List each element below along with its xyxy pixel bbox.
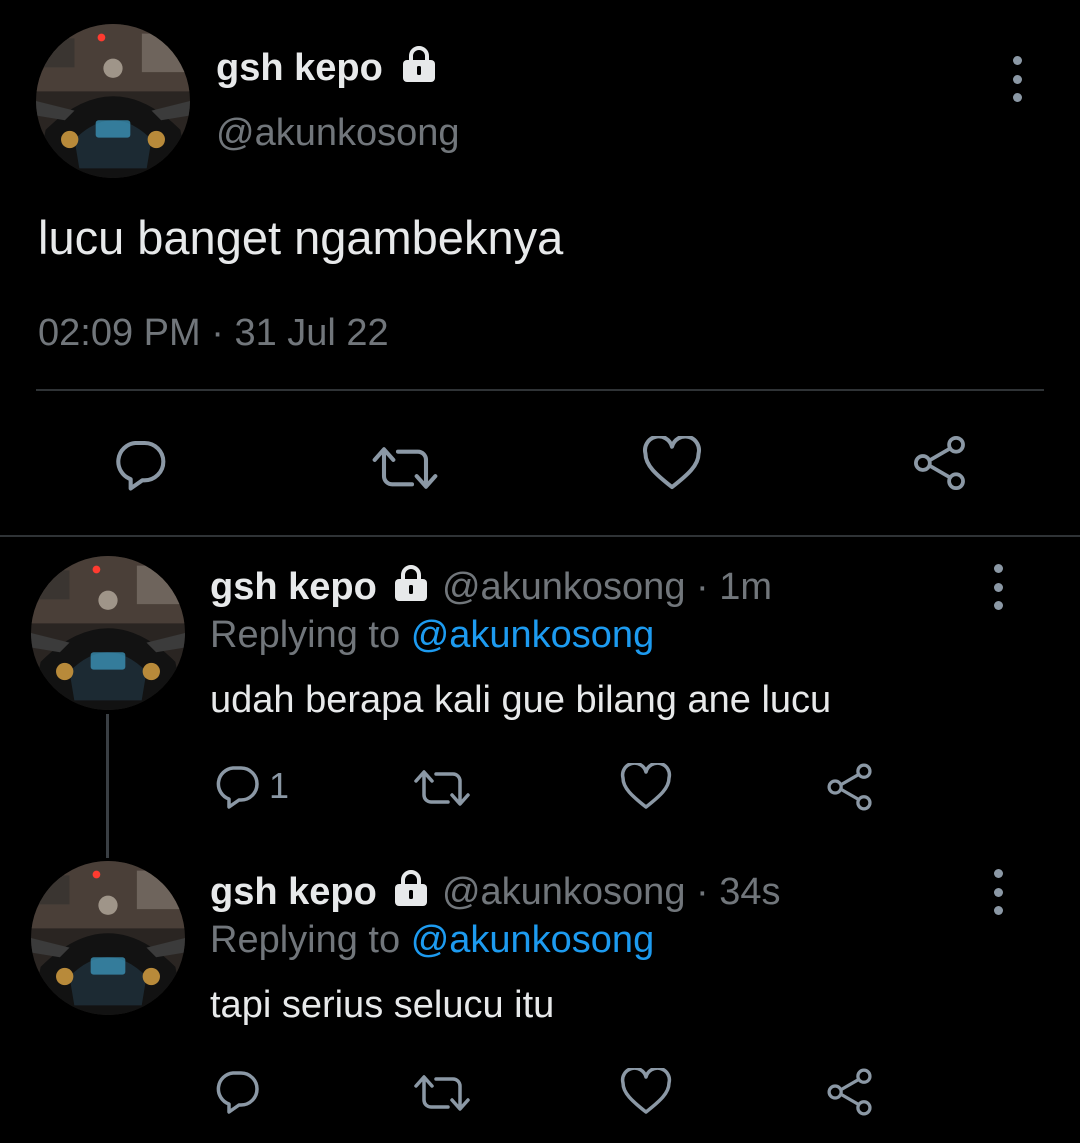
reply-button[interactable]: 1 [213,762,289,810]
avatar[interactable] [36,24,190,178]
timestamp-separator: · [211,312,224,354]
handle[interactable]: @akunkosong [442,871,686,913]
tweet-date: 31 Jul 22 [234,312,389,354]
age-separator: · [696,566,709,608]
retweet-icon [412,1069,472,1117]
retweet-icon [412,764,472,812]
retweet-icon [370,440,440,496]
avatar[interactable] [31,556,185,710]
display-name-text: gsh kepo [216,47,383,89]
like-button[interactable] [642,436,702,492]
lock-icon [399,44,439,84]
section-divider [0,535,1080,537]
retweet-button[interactable] [412,764,472,812]
replying-to-label: Replying to [210,614,401,656]
replying-to-label: Replying to [210,919,401,961]
reply-bubble-icon [112,436,168,492]
replying-to-mention[interactable]: @akunkosong [411,614,655,656]
display-name[interactable]: gsh kepo [210,566,377,608]
heart-icon [642,436,702,492]
replying-to: Replying to @akunkosong [210,917,654,963]
share-icon [824,762,876,812]
replying-to-mention[interactable]: @akunkosong [411,919,655,961]
lock-icon [391,868,431,908]
age-separator: · [696,871,709,913]
share-button[interactable] [824,762,876,812]
more-vertical-icon[interactable] [983,564,1013,610]
reply-header: gsh kepo @akunkosong · 1m [210,563,772,610]
display-name[interactable]: gsh kepo [216,44,439,91]
retweet-button[interactable] [370,440,440,496]
more-vertical-icon[interactable] [1002,56,1032,102]
reply-age[interactable]: 1m [719,566,772,608]
thread-line [106,714,109,858]
handle[interactable]: @akunkosong [216,110,460,156]
reply-age[interactable]: 34s [719,871,780,913]
display-name[interactable]: gsh kepo [210,871,377,913]
lock-icon [391,563,431,603]
retweet-button[interactable] [412,1069,472,1117]
share-button[interactable] [824,1067,876,1117]
like-button[interactable] [620,763,672,811]
handle[interactable]: @akunkosong [442,566,686,608]
reply-button[interactable] [213,1067,261,1115]
reply-bubble-icon [213,762,261,810]
avatar[interactable] [31,861,185,1015]
share-button[interactable] [910,434,970,492]
reply-header: gsh kepo @akunkosong · 34s [210,868,781,915]
more-vertical-icon[interactable] [983,869,1013,915]
reply-button[interactable] [112,436,168,492]
tweet-time: 02:09 PM [38,312,201,354]
reply-text: tapi serius selucu itu [210,984,555,1026]
reply-text: udah berapa kali gue bilang ane lucu [210,679,832,721]
reply-bubble-icon [213,1067,261,1115]
tweet-text: lucu banget ngambeknya [38,211,564,264]
share-icon [910,434,970,492]
heart-icon [620,1068,672,1116]
divider [36,389,1044,391]
timestamp[interactable]: 02:09 PM · 31 Jul 22 [38,310,389,356]
replying-to: Replying to @akunkosong [210,612,654,658]
reply-count: 1 [269,765,290,806]
share-icon [824,1067,876,1117]
like-button[interactable] [620,1068,672,1116]
heart-icon [620,763,672,811]
